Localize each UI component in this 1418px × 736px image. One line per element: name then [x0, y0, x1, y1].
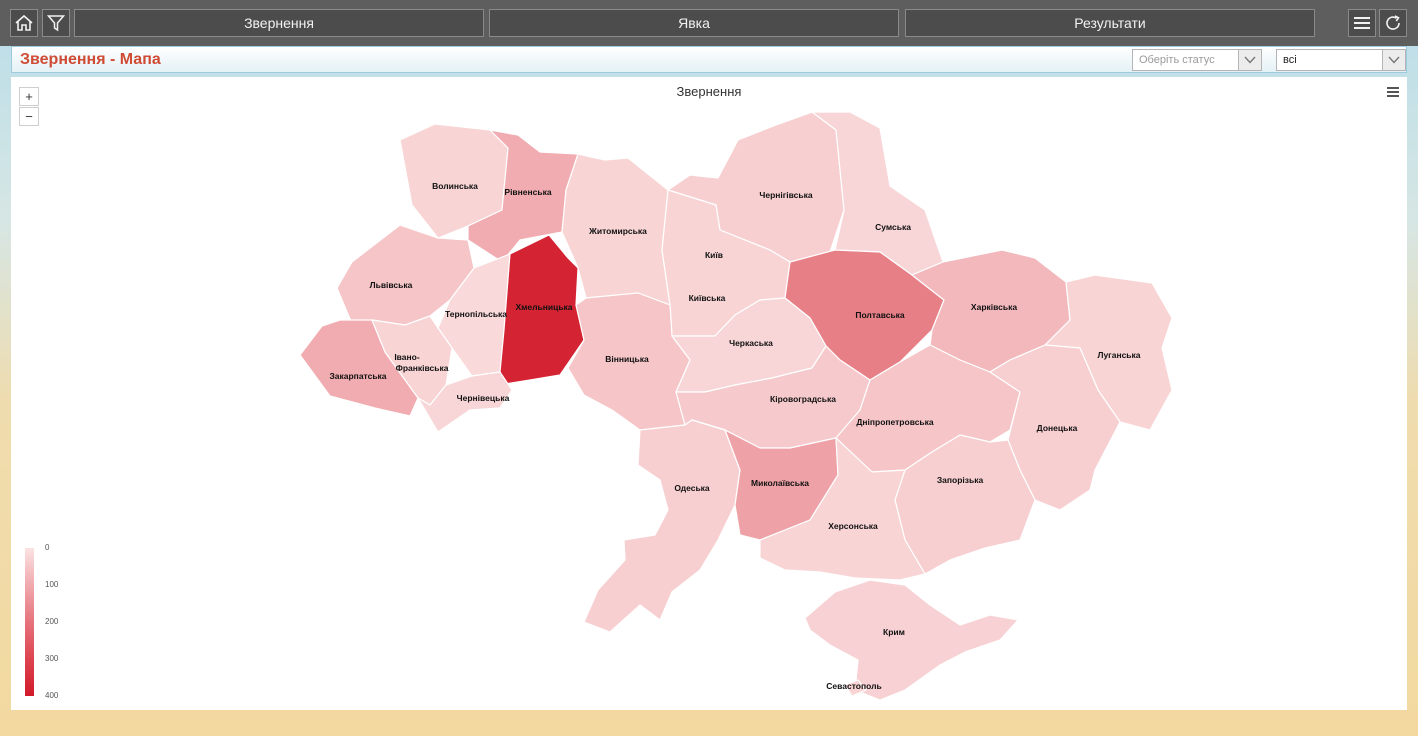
region-label: Тернопільська	[445, 309, 507, 319]
region-label: Сумська	[875, 222, 911, 232]
region-label: Франківська	[396, 363, 449, 373]
legend-label: 400	[45, 691, 59, 700]
home-button[interactable]	[10, 9, 38, 37]
region-label: Рівненська	[504, 187, 551, 197]
region-label: Кіровоградська	[770, 394, 836, 404]
region-label: Київська	[689, 293, 726, 303]
legend-label: 100	[45, 580, 59, 589]
ukraine-choropleth-map[interactable]: Волинська Рівненська Житомирська Київ Черніг…	[11, 77, 1407, 710]
region-label: Київ	[705, 250, 723, 260]
region-label: Одеська	[674, 483, 710, 493]
chevron-down-icon[interactable]	[1238, 50, 1261, 70]
region-label: Волинська	[432, 181, 478, 191]
region-label: Хмельницька	[515, 302, 572, 312]
region-label: Чернігівська	[759, 190, 813, 200]
tab-yavka[interactable]: Явка	[489, 9, 899, 37]
map-title: Звернення	[676, 84, 742, 99]
region-label: Луганська	[1097, 350, 1140, 360]
region-label: Миколаївська	[751, 478, 809, 488]
region-одеська[interactable]	[583, 419, 741, 633]
region-label: Черкаська	[729, 338, 773, 348]
legend-color-scale	[25, 548, 34, 696]
filter-button[interactable]	[42, 9, 70, 37]
filter-icon	[47, 15, 65, 32]
region-label: Закарпатська	[329, 371, 386, 381]
menu-button[interactable]	[1348, 9, 1376, 37]
status-select-placeholder: Оберіть статус	[1139, 54, 1215, 66]
refresh-icon	[1386, 15, 1400, 30]
region-label: Івано-	[394, 352, 420, 362]
region-label: Житомирська	[588, 226, 647, 236]
region-label: Харківська	[971, 302, 1017, 312]
region-label: Донецька	[1037, 423, 1078, 433]
region-label: Полтавська	[855, 310, 905, 320]
home-icon	[15, 14, 33, 31]
legend-label: 200	[45, 617, 59, 626]
region-label: Запорізька	[937, 475, 984, 485]
region-label: Чернівецька	[457, 393, 510, 403]
page-header: Звернення - Мапа Оберіть статус всі	[11, 46, 1407, 73]
zoom-out-button[interactable]: −	[19, 107, 39, 126]
tab-zvernennia[interactable]: Звернення	[74, 9, 484, 37]
legend-label: 300	[45, 654, 59, 663]
region-label: Херсонська	[828, 521, 878, 531]
chart-menu-icon[interactable]	[1387, 87, 1399, 99]
map-panel: Волинська Рівненська Житомирська Київ Черніг…	[11, 77, 1407, 710]
tab-rezultaty[interactable]: Результати	[905, 9, 1315, 37]
scope-select[interactable]: всі	[1276, 49, 1406, 71]
region-label: Вінницька	[605, 354, 649, 364]
zoom-in-button[interactable]: +	[19, 87, 39, 106]
scope-select-value: всі	[1283, 54, 1297, 66]
hamburger-menu-icon	[1354, 17, 1370, 29]
chevron-down-icon[interactable]	[1382, 50, 1405, 70]
region-label: Львівська	[370, 280, 413, 290]
region-label: Севастополь	[826, 681, 881, 691]
region-label: Крим	[883, 627, 905, 637]
region-label: Дніпропетровська	[856, 417, 934, 427]
refresh-button[interactable]	[1379, 9, 1407, 37]
status-select[interactable]: Оберіть статус	[1132, 49, 1262, 71]
page-title: Звернення - Мапа	[20, 51, 161, 68]
legend-label: 0	[45, 543, 50, 552]
top-navigation-bar: Звернення Явка Результати	[0, 0, 1418, 46]
